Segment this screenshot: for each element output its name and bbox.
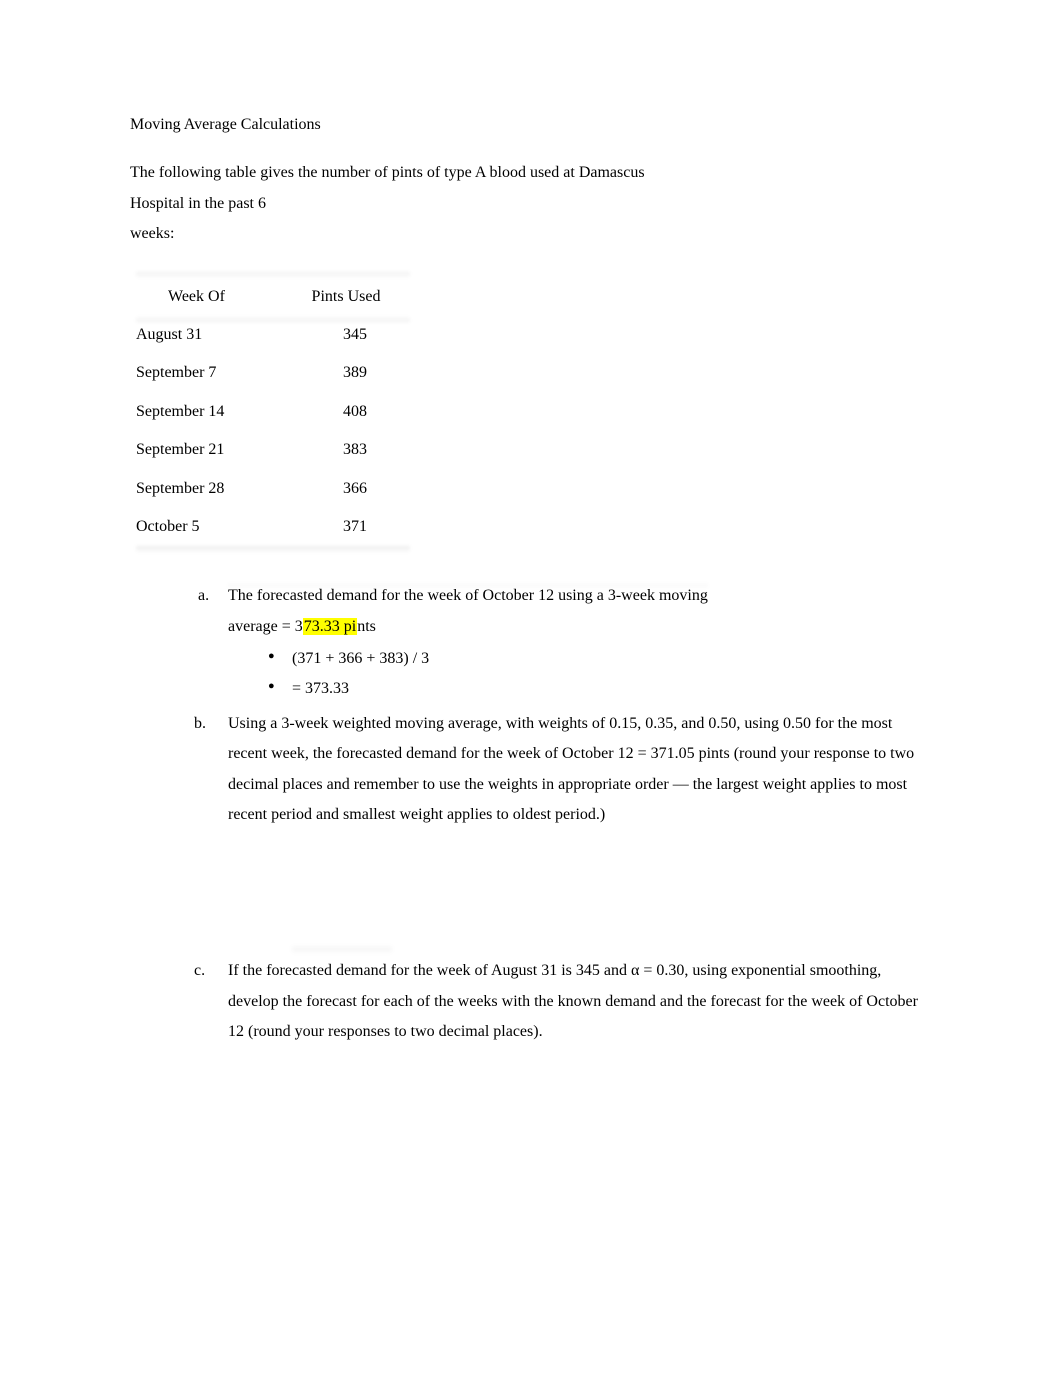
table-row: October 5 371: [136, 508, 406, 546]
question-a-hl-pre: 3: [295, 618, 303, 635]
bullet-text: (371 + 366 + 383) / 3: [292, 644, 429, 674]
cell-pints: 366: [286, 470, 406, 508]
bullet-text: = 373.33: [292, 674, 349, 704]
table-header-row: Week Of Pints Used: [136, 278, 406, 316]
question-a-bullets: ● (371 + 366 + 383) / 3 ● = 373.33: [228, 644, 932, 705]
blur-artifact: [292, 947, 392, 954]
question-a-body: The forecasted demand for the week of Oc…: [228, 581, 932, 709]
table-row: September 14 408: [136, 393, 406, 431]
data-table: Week Of Pints Used: [136, 278, 406, 316]
page-title: Moving Average Calculations: [130, 110, 932, 140]
question-a: a. The forecasted demand for the week of…: [194, 581, 932, 709]
bullet-row: ● = 373.33: [268, 674, 932, 704]
cell-week: September 14: [136, 393, 286, 431]
question-b: b. Using a 3-week weighted moving averag…: [194, 709, 932, 831]
cell-week: October 5: [136, 508, 286, 546]
table-header-week: Week Of: [136, 278, 286, 316]
question-b-body: Using a 3-week weighted moving average, …: [228, 709, 932, 831]
spacer: [194, 830, 932, 950]
table-row: September 21 383: [136, 431, 406, 469]
cell-week: September 28: [136, 470, 286, 508]
question-b-marker: b.: [194, 709, 228, 831]
question-a-line2-suffix: nts: [357, 618, 376, 635]
table-bottom-shadow: [136, 546, 410, 553]
cell-pints: 371: [286, 508, 406, 546]
bullet-icon: ●: [268, 644, 292, 674]
question-c-body: If the forecasted demand for the week of…: [228, 956, 932, 1047]
table-row: September 7 389: [136, 354, 406, 392]
bullet-row: ● (371 + 366 + 383) / 3: [268, 644, 932, 674]
question-a-line1: The forecasted demand for the week of Oc…: [228, 587, 708, 604]
question-c-marker: c.: [194, 956, 228, 1047]
cell-pints: 389: [286, 354, 406, 392]
cell-pints: 408: [286, 393, 406, 431]
table-top-shadow: [136, 272, 410, 278]
intro-line-3: weeks:: [130, 219, 932, 249]
question-c: c. If the forecasted demand for the week…: [194, 956, 932, 1047]
data-table-body: August 31 345 September 7 389 September …: [136, 316, 406, 546]
table-header-bottom-shadow: [136, 316, 410, 322]
table-header-pints: Pints Used: [286, 278, 406, 316]
question-a-highlight: 73.33 pi: [303, 618, 357, 635]
question-list: a. The forecasted demand for the week of…: [130, 581, 932, 1047]
table-row: September 28 366: [136, 470, 406, 508]
bullet-icon: ●: [268, 674, 292, 704]
question-a-marker: a.: [194, 581, 228, 709]
cell-week: September 21: [136, 431, 286, 469]
intro-paragraph: The following table gives the number of …: [130, 158, 932, 249]
cell-pints: 383: [286, 431, 406, 469]
intro-line-2: Hospital in the past 6: [130, 189, 932, 219]
cell-week: September 7: [136, 354, 286, 392]
question-a-line2-prefix: average =: [228, 618, 295, 635]
intro-line-1: The following table gives the number of …: [130, 158, 932, 188]
